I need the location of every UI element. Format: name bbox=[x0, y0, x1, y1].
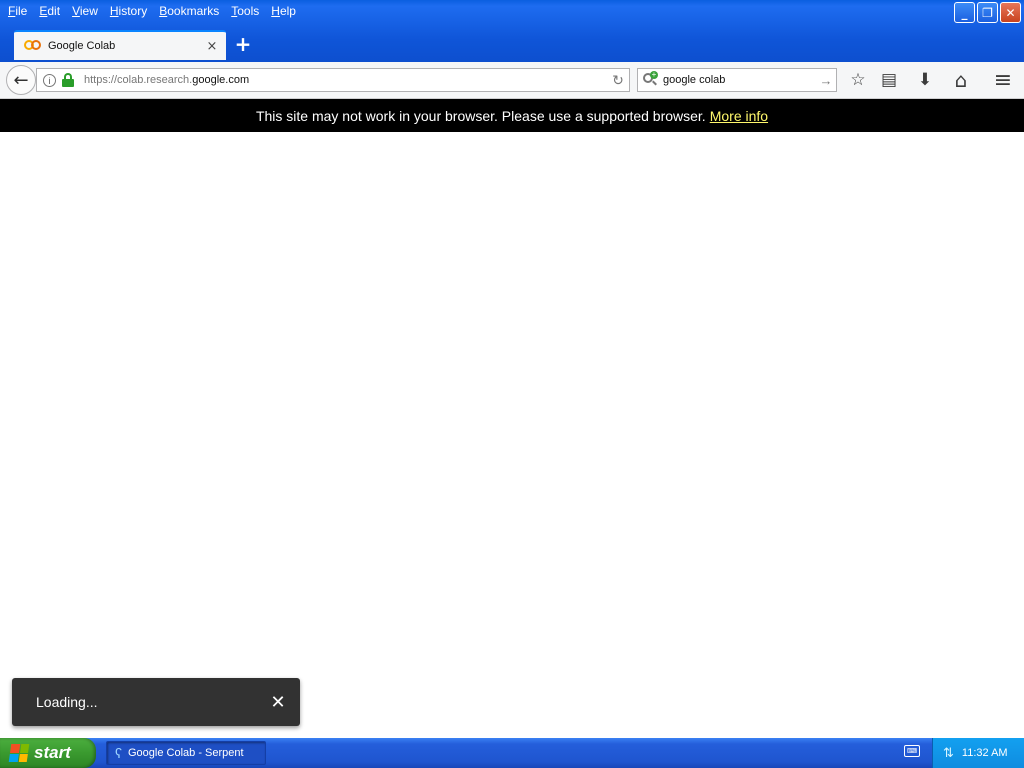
close-window-button[interactable]: ✕ bbox=[1000, 2, 1021, 23]
menu-bookmarks-label: ookmarks bbox=[167, 4, 220, 18]
menu-edit[interactable]: Edit bbox=[33, 0, 66, 22]
menu-history-label: istory bbox=[118, 4, 148, 18]
new-tab-button[interactable]: + bbox=[232, 33, 254, 55]
tab-google-colab[interactable]: Google Colab × bbox=[14, 30, 226, 60]
menu-view-accel: V bbox=[72, 4, 80, 18]
keyboard-icon[interactable]: ⌨ bbox=[904, 745, 920, 757]
more-info-link[interactable]: More info bbox=[710, 108, 768, 124]
snackbar-close-icon[interactable]: ✕ bbox=[268, 692, 288, 713]
menu-bookmarks[interactable]: Bookmarks bbox=[153, 0, 225, 22]
menu-history-accel: H bbox=[109, 4, 119, 18]
tab-close-icon[interactable]: × bbox=[204, 39, 220, 54]
search-go-icon[interactable]: → bbox=[816, 73, 836, 88]
unsupported-browser-banner: This site may not work in your browser. … bbox=[0, 99, 1024, 132]
menu-help-label: elp bbox=[279, 4, 296, 18]
window-controls: _ ❐ ✕ bbox=[954, 2, 1021, 23]
url-prefix: https://colab.research. bbox=[84, 74, 193, 86]
bookmark-star-icon[interactable]: ☆ bbox=[846, 68, 870, 92]
minimize-button[interactable]: _ bbox=[954, 2, 975, 23]
downloads-icon[interactable]: ⬇ bbox=[913, 68, 937, 92]
menu-view-label: iew bbox=[79, 4, 98, 18]
start-button[interactable]: start bbox=[0, 738, 96, 768]
url-bar[interactable]: i https://colab.research.google.com ↻ bbox=[36, 68, 630, 92]
menu-file-label: ile bbox=[15, 4, 28, 18]
reading-list-icon[interactable]: ▤ bbox=[877, 68, 901, 92]
taskbar: start ʕ Google Colab - Serpent ⌨ ⇅ 11:32… bbox=[0, 738, 1024, 768]
search-bar[interactable]: + google colab → bbox=[637, 68, 837, 92]
taskbar-item-google-colab[interactable]: ʕ Google Colab - Serpent bbox=[106, 741, 266, 765]
menu-edit-label: dit bbox=[47, 4, 61, 18]
search-input[interactable]: google colab bbox=[663, 74, 816, 86]
menu-help-accel: H bbox=[271, 4, 280, 18]
url-domain: google.com bbox=[192, 74, 250, 86]
search-engine-icon[interactable]: + bbox=[643, 71, 658, 87]
serpent-app-icon: ʕ bbox=[115, 745, 122, 761]
tab-title: Google Colab bbox=[48, 40, 116, 52]
taskbar-item-label: Google Colab - Serpent bbox=[128, 747, 244, 759]
colab-favicon-icon bbox=[24, 40, 42, 52]
menu-help[interactable]: Help bbox=[265, 0, 302, 22]
menu-history[interactable]: History bbox=[104, 0, 153, 22]
menu-icon[interactable]: ≡ bbox=[991, 68, 1015, 93]
home-icon[interactable]: ⌂ bbox=[949, 68, 973, 92]
menu-view[interactable]: View bbox=[66, 0, 104, 22]
system-tray: ⇅ 11:32 AM bbox=[932, 738, 1024, 768]
browser-title-bar: File Edit View History Bookmarks Tools H… bbox=[0, 0, 1024, 62]
reload-icon[interactable]: ↻ bbox=[607, 72, 629, 89]
page-content bbox=[0, 132, 1024, 738]
menu-tools[interactable]: Tools bbox=[225, 0, 265, 22]
menu-file[interactable]: File bbox=[2, 0, 33, 22]
navigation-toolbar: ← i https://colab.research.google.com ↻ … bbox=[0, 62, 1024, 99]
snackbar-message: Loading... bbox=[36, 694, 98, 710]
banner-message: This site may not work in your browser. … bbox=[255, 107, 706, 124]
url-text[interactable]: https://colab.research.google.com bbox=[84, 74, 607, 86]
windows-logo-icon bbox=[8, 744, 30, 762]
back-button[interactable]: ← bbox=[6, 65, 36, 95]
menu-tools-label: ools bbox=[237, 4, 260, 18]
lock-icon bbox=[62, 73, 74, 87]
loading-snackbar: Loading... ✕ bbox=[12, 678, 300, 726]
restore-button[interactable]: ❐ bbox=[977, 2, 998, 23]
site-info-icon[interactable]: i bbox=[43, 73, 56, 87]
clock[interactable]: 11:32 AM bbox=[962, 747, 1008, 759]
network-icon[interactable]: ⇅ bbox=[943, 745, 954, 761]
start-label: start bbox=[34, 743, 71, 762]
menu-bar: File Edit View History Bookmarks Tools H… bbox=[0, 0, 302, 22]
